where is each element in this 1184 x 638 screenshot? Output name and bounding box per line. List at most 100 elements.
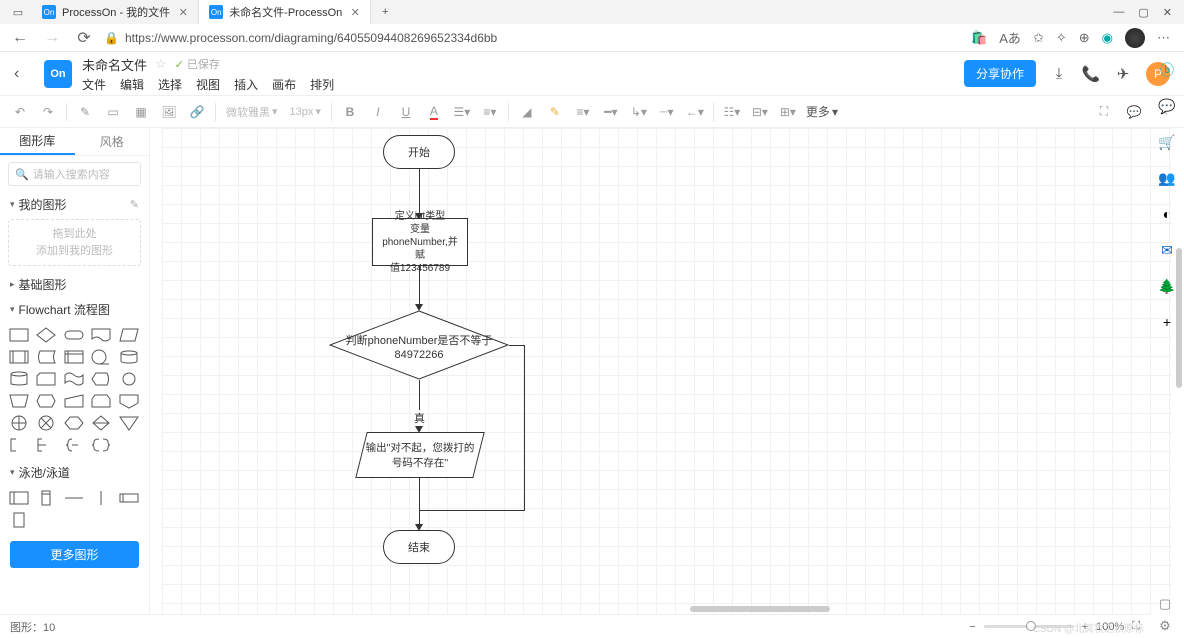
menu-view[interactable]: 视图 xyxy=(196,76,220,93)
browser-tab-1[interactable]: On 未命名文件-ProcessOn ✕ xyxy=(199,0,371,24)
tab-strip-icon[interactable]: ▭ xyxy=(4,0,32,24)
add-sidebar-icon[interactable]: + xyxy=(1157,312,1177,332)
shape-offpage[interactable] xyxy=(118,392,140,410)
shape-process[interactable] xyxy=(8,326,30,344)
shape-summing[interactable] xyxy=(8,414,30,432)
connector[interactable] xyxy=(524,345,525,510)
redo-button[interactable]: ↷ xyxy=(38,100,58,124)
flow-define[interactable]: 定义int类型 变量 phoneNumber,并赋 值123456789 xyxy=(372,218,468,266)
shape-search-input[interactable]: 🔍 请输入搜索内容 xyxy=(8,162,141,186)
copilot-icon[interactable]: ◐ xyxy=(1157,204,1177,224)
shape-anno-curly[interactable] xyxy=(90,436,112,454)
text-align-h-button[interactable]: ≡▾ xyxy=(573,100,593,124)
sidebar-tab-style[interactable]: 风格 xyxy=(75,128,150,155)
shop-icon[interactable]: 🛒 xyxy=(1157,132,1177,152)
bing-icon[interactable]: ⓑ xyxy=(1157,60,1177,80)
flow-output[interactable]: 输出"对不起，您拨打的 号码不存在" xyxy=(361,432,479,478)
font-color-button[interactable]: A xyxy=(424,100,444,124)
shape-pool-h[interactable] xyxy=(8,489,30,507)
address-bar[interactable]: 🔒 https://www.processon.com/diagraming/6… xyxy=(104,31,963,45)
doc-title[interactable]: 未命名文件 xyxy=(82,55,147,74)
font-select[interactable]: 微软雅黑 ▾ xyxy=(224,104,280,120)
shape-anno-brace[interactable] xyxy=(63,436,85,454)
scrollbar-horizontal[interactable] xyxy=(690,606,830,612)
undo-button[interactable]: ↶ xyxy=(10,100,30,124)
shape-merge[interactable] xyxy=(118,414,140,432)
flow-start[interactable]: 开始 xyxy=(383,135,455,169)
favorites-icon[interactable]: ✧ xyxy=(1056,30,1067,46)
line-dash-button[interactable]: ┄▾ xyxy=(657,100,677,124)
highlight-button[interactable]: ✎ xyxy=(545,100,565,124)
distribute-button[interactable]: ⊟▾ xyxy=(750,100,770,124)
section-basic-shapes[interactable]: ▸ 基础图形 xyxy=(0,272,149,297)
sidebar-tab-shapes[interactable]: 图形库 xyxy=(0,128,75,155)
shape-database[interactable] xyxy=(118,348,140,366)
refresh-button[interactable]: ⟳ xyxy=(72,26,96,50)
more-icon[interactable]: ⋯ xyxy=(1157,30,1170,46)
line-height-button[interactable]: ☰▾ xyxy=(452,100,472,124)
menu-select[interactable]: 选择 xyxy=(158,76,182,93)
connector[interactable] xyxy=(419,510,525,511)
shape-manual-input[interactable] xyxy=(63,392,85,410)
font-size-select[interactable]: 13px ▾ xyxy=(288,105,323,118)
shape-document[interactable] xyxy=(90,326,112,344)
shape-display[interactable] xyxy=(90,370,112,388)
back-arrow-icon[interactable]: ‹ xyxy=(14,65,34,83)
maximize-icon[interactable]: ▢ xyxy=(1138,6,1148,19)
shape-preparation[interactable] xyxy=(35,392,57,410)
underline-button[interactable]: U xyxy=(396,100,416,124)
shape-seq-data[interactable] xyxy=(90,348,112,366)
section-flowchart[interactable]: ▾ Flowchart 流程图 xyxy=(0,297,149,322)
link-icon[interactable]: 🔗 xyxy=(187,100,207,124)
shape-connector-circle[interactable] xyxy=(118,370,140,388)
shape-decision[interactable] xyxy=(35,326,57,344)
download-icon[interactable]: ⤓ xyxy=(1050,65,1068,83)
shape-anno-open[interactable] xyxy=(8,436,30,454)
group-button[interactable]: ⊞▾ xyxy=(778,100,798,124)
shape-cylinder[interactable] xyxy=(8,370,30,388)
italic-button[interactable]: I xyxy=(368,100,388,124)
flow-decision[interactable]: 判断phoneNumber是否不等于 84972266 xyxy=(329,310,509,380)
image-icon[interactable]: 🖼 xyxy=(159,100,179,124)
connector[interactable] xyxy=(419,169,420,215)
menu-arrange[interactable]: 排列 xyxy=(310,76,334,93)
menu-file[interactable]: 文件 xyxy=(82,76,106,93)
outlook-icon[interactable]: ✉ xyxy=(1157,240,1177,260)
share-button[interactable]: 分享协作 xyxy=(964,60,1036,87)
star-icon[interactable]: ✩ xyxy=(1033,30,1044,46)
align-button[interactable]: ≡▾ xyxy=(480,100,500,124)
phone-icon[interactable]: 📞 xyxy=(1082,65,1100,83)
fullscreen-icon[interactable]: ⛶ xyxy=(1132,620,1140,633)
edit-icon[interactable]: ✎ xyxy=(130,198,139,211)
frame-icon[interactable]: ▭ xyxy=(103,100,123,124)
profile-avatar[interactable] xyxy=(1125,28,1145,48)
close-window-icon[interactable]: ✕ xyxy=(1163,6,1172,19)
shape-internal-storage[interactable] xyxy=(63,348,85,366)
shape-predefined[interactable] xyxy=(8,348,30,366)
zoom-slider[interactable] xyxy=(984,625,1074,628)
fill-color-button[interactable]: ◢ xyxy=(517,100,537,124)
shape-or[interactable] xyxy=(35,414,57,432)
app-logo[interactable]: On xyxy=(44,60,72,88)
shape-stored-data[interactable] xyxy=(35,348,57,366)
menu-canvas[interactable]: 画布 xyxy=(272,76,296,93)
connector[interactable] xyxy=(419,478,420,526)
line-style-button[interactable]: ━▾ xyxy=(601,100,621,124)
shape-pool-v[interactable] xyxy=(35,489,57,507)
shape-lane[interactable] xyxy=(118,489,140,507)
zoom-in-button[interactable]: + xyxy=(1082,621,1088,633)
send-icon[interactable]: ✈ xyxy=(1114,65,1132,83)
more-tools-button[interactable]: 更多▾ xyxy=(806,103,838,120)
edge-icon[interactable]: ◉ xyxy=(1102,30,1113,46)
shape-manual-op[interactable] xyxy=(8,392,30,410)
shape-tape[interactable] xyxy=(63,370,85,388)
zoom-fit-icon[interactable]: ⛶ xyxy=(1094,100,1114,124)
connector[interactable] xyxy=(509,345,525,346)
shape-loop-limit[interactable] xyxy=(90,392,112,410)
canvas[interactable]: 开始 定义int类型 变量 phoneNumber,并赋 值123456789 … xyxy=(150,128,1184,614)
settings-icon[interactable]: ⚙ xyxy=(1159,618,1171,634)
tree-icon[interactable]: 🌲 xyxy=(1157,276,1177,296)
collections-icon[interactable]: ⊕ xyxy=(1079,30,1090,46)
more-shapes-button[interactable]: 更多图形 xyxy=(10,541,139,568)
shape-collate[interactable] xyxy=(63,414,85,432)
